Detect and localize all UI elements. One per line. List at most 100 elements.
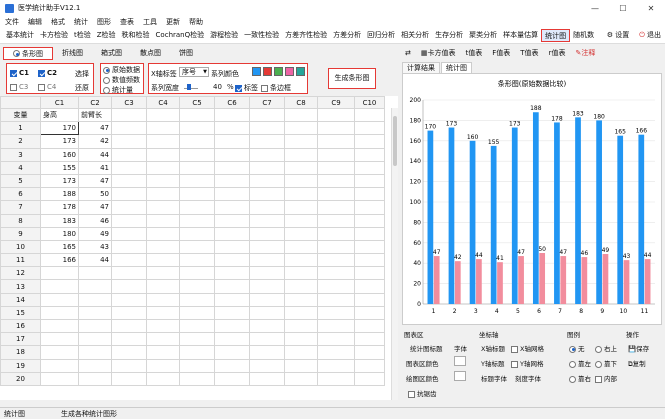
grid-cell[interactable]: 170 — [40, 121, 79, 136]
grid-cell[interactable] — [111, 266, 147, 281]
grid-cell[interactable] — [146, 173, 180, 189]
menu-format[interactable]: 格式 — [51, 17, 65, 27]
tool-cochranq[interactable]: CochranQ检验 — [153, 29, 208, 42]
grid-vertical-scrollbar[interactable] — [391, 108, 398, 400]
grid-cell[interactable] — [214, 173, 250, 189]
close-icon[interactable]: ✕ — [637, 0, 665, 16]
grid-cell[interactable] — [354, 279, 385, 294]
grid-cell[interactable] — [146, 253, 180, 268]
grid-cell[interactable] — [214, 292, 250, 307]
grid-cell[interactable] — [146, 358, 180, 373]
grid-cell[interactable] — [354, 292, 385, 307]
col-header-7[interactable]: C7 — [249, 96, 285, 109]
header-row-cell[interactable] — [146, 107, 180, 123]
tool-chart[interactable]: 统计图 — [541, 29, 571, 42]
grid-cell[interactable] — [284, 266, 318, 281]
row-header[interactable]: 8 — [0, 213, 41, 228]
tab-pie-chart[interactable]: 饼图 — [170, 47, 202, 60]
grid-cell[interactable] — [111, 318, 147, 334]
grid-cell[interactable] — [354, 239, 385, 255]
grid-cell[interactable] — [214, 226, 250, 241]
grid-cell[interactable] — [317, 147, 355, 162]
grid-cell[interactable]: 183 — [40, 213, 79, 228]
grid-cell[interactable] — [146, 187, 180, 202]
generate-chart-button[interactable]: 生成条形图 — [328, 68, 376, 89]
grid-cell[interactable] — [284, 213, 318, 228]
grid-cell[interactable] — [78, 305, 112, 321]
grid-cell[interactable] — [146, 292, 180, 307]
grid-cell[interactable] — [284, 253, 318, 268]
row-header[interactable]: 14 — [0, 292, 41, 307]
grid-cell[interactable] — [40, 318, 79, 334]
grid-cell[interactable] — [111, 371, 147, 386]
grid-cell[interactable] — [179, 173, 215, 189]
menu-tools[interactable]: 工具 — [143, 17, 157, 27]
tool-ranksum[interactable]: 秩和检验 — [119, 29, 153, 42]
grid-cell[interactable] — [179, 121, 215, 136]
grid-cell[interactable] — [354, 173, 385, 189]
grid-cell[interactable] — [317, 318, 355, 334]
grid-cell[interactable] — [40, 332, 79, 347]
grid-cell[interactable] — [111, 345, 147, 360]
c4-checkbox[interactable]: C4 — [38, 83, 56, 91]
legend-right-radio[interactable]: 靠右 — [569, 373, 591, 383]
grid-cell[interactable] — [249, 279, 285, 294]
grid-cell[interactable] — [111, 200, 147, 215]
grid-cell[interactable] — [78, 345, 112, 360]
header-row-cell[interactable] — [317, 107, 355, 123]
grid-cell[interactable] — [78, 371, 112, 386]
grid-cell[interactable] — [249, 332, 285, 347]
c3-checkbox[interactable]: C3 — [10, 83, 28, 91]
grid-cell[interactable] — [111, 134, 147, 149]
header-row-cell[interactable] — [249, 107, 285, 123]
tab-scatter-chart[interactable]: 散点图 — [131, 47, 170, 60]
grid-cell[interactable] — [179, 371, 215, 386]
menu-lookup[interactable]: 查表 — [120, 17, 134, 27]
radio-freq[interactable]: 数值频数 — [103, 75, 140, 85]
grid-cell[interactable] — [214, 253, 250, 268]
label-checkbox[interactable]: 标签 — [235, 83, 258, 93]
grid-cell[interactable]: 173 — [40, 134, 79, 149]
grid-cell[interactable] — [284, 345, 318, 360]
tab-T-table[interactable]: T值表 — [515, 47, 543, 60]
grid-cell[interactable] — [317, 173, 355, 189]
settings-button[interactable]: ⚙ 设置 — [607, 30, 630, 40]
col-header-0[interactable] — [0, 96, 41, 109]
x-grid-checkbox[interactable]: X轴网格 — [511, 343, 544, 353]
grid-cell[interactable] — [146, 279, 180, 294]
grid-cell[interactable] — [111, 226, 147, 241]
row-header[interactable]: 16 — [0, 318, 41, 334]
tab-bar-chart[interactable]: 条形图 — [3, 46, 53, 60]
row-header[interactable]: 4 — [0, 160, 41, 175]
grid-cell[interactable]: 155 — [40, 160, 79, 175]
grid-cell[interactable]: 188 — [40, 187, 79, 202]
grid-cell[interactable] — [354, 332, 385, 347]
grid-cell[interactable] — [146, 305, 180, 321]
grid-cell[interactable]: 178 — [40, 200, 79, 215]
col-header-5[interactable]: C5 — [179, 96, 215, 109]
tab-t-table[interactable]: t值表 — [461, 47, 488, 60]
grid-cell[interactable] — [317, 332, 355, 347]
grid-cell[interactable] — [354, 226, 385, 241]
legend-inside-checkbox[interactable]: 内部 — [595, 373, 617, 383]
grid-cell[interactable] — [317, 134, 355, 149]
grid-cell[interactable]: 47 — [78, 173, 112, 189]
grid-cell[interactable] — [317, 371, 355, 386]
c1-checkbox[interactable]: C1 — [10, 69, 29, 77]
tab-line-chart[interactable]: 折线图 — [53, 47, 92, 60]
header-row-cell[interactable]: 身高 — [40, 107, 79, 123]
header-row-cell[interactable] — [284, 107, 318, 123]
tool-homog[interactable]: 方差齐性检验 — [282, 29, 330, 42]
grid-cell[interactable] — [284, 187, 318, 202]
col-header-6[interactable]: C6 — [214, 96, 250, 109]
tab-box-chart[interactable]: 箱式图 — [92, 47, 131, 60]
grid-cell[interactable]: 41 — [78, 160, 112, 175]
grid-cell[interactable] — [146, 266, 180, 281]
grid-cell[interactable] — [146, 200, 180, 215]
grid-cell[interactable] — [179, 332, 215, 347]
grid-cell[interactable]: 47 — [78, 121, 112, 136]
tool-samplesize[interactable]: 样本量估算 — [500, 29, 541, 42]
swatch-green[interactable] — [274, 67, 283, 76]
grid-cell[interactable] — [354, 345, 385, 360]
grid-cell[interactable] — [179, 318, 215, 334]
